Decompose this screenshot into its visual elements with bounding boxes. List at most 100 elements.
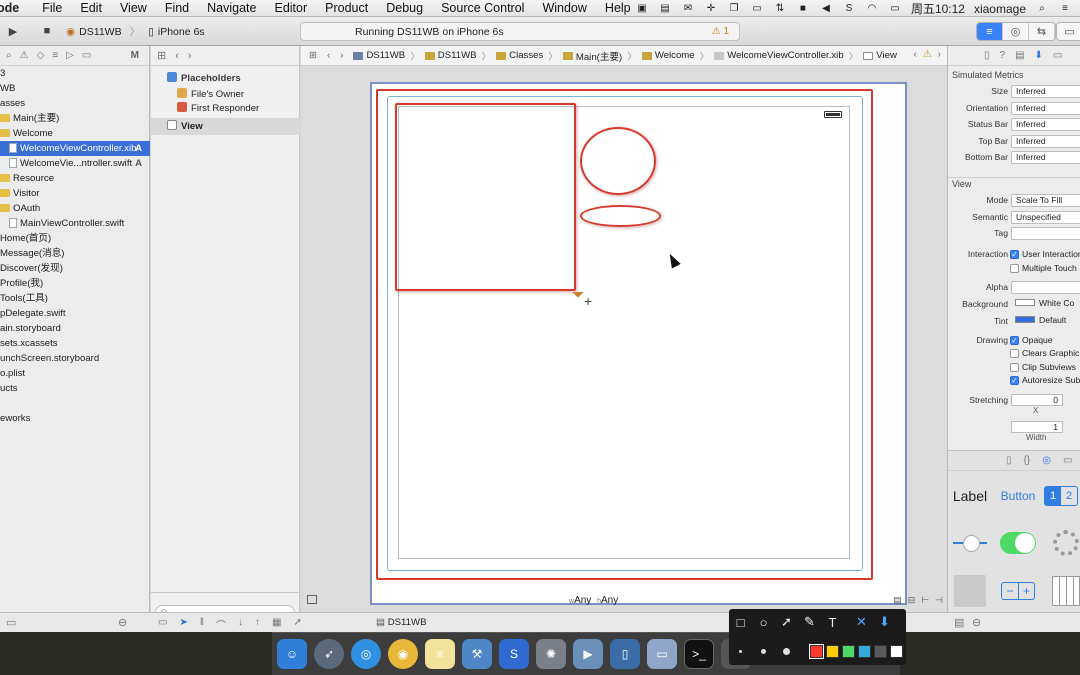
assistant-editor-button[interactable]: ◎ (1003, 23, 1029, 40)
code-snippet-icon[interactable]: {} (1024, 455, 1031, 466)
xib-scene[interactable]: + (370, 82, 907, 605)
volume-icon[interactable]: ◀ (819, 3, 833, 14)
previous-issue-icon[interactable]: ‹ (913, 49, 916, 60)
tray-icon[interactable]: ▤ (658, 3, 672, 14)
navigator-item[interactable]: MainViewController.swift (0, 216, 150, 231)
library-button-item[interactable]: Button (996, 474, 1040, 518)
back-icon[interactable]: ‹ (175, 50, 179, 62)
annotation-rectangle[interactable] (395, 103, 576, 291)
navigator-item[interactable] (0, 396, 150, 411)
pin-icon[interactable]: ⊢ (921, 595, 929, 606)
interface-builder-canvas[interactable]: + wAny hAny ▤ ⊟ ⊢ ⊣ (301, 66, 947, 612)
navigator-item[interactable]: Main(主要) (0, 111, 150, 126)
size-class-control[interactable]: wAny hAny (569, 595, 618, 606)
warning-indicator[interactable]: ⚠ 1 (712, 26, 729, 37)
wifi-icon[interactable]: ◠ (865, 3, 879, 14)
nav-back-icon[interactable]: ‹ (327, 50, 330, 61)
crumb-welcome[interactable]: Welcome (641, 50, 695, 61)
user-name[interactable]: xiaomage (974, 2, 1026, 16)
resolve-icon[interactable]: ⊣ (935, 595, 943, 606)
run-button[interactable]: ▶ (4, 23, 22, 39)
stack-icon[interactable]: ▤ (893, 595, 902, 606)
cancel-icon[interactable]: ✕ (850, 612, 873, 632)
library-slider-item[interactable] (948, 521, 992, 565)
menu-window[interactable]: Window (533, 1, 595, 15)
navigator-item[interactable]: ucts (0, 381, 150, 396)
test-icon[interactable]: ◇ (37, 50, 45, 61)
help-inspector-icon[interactable]: ? (1000, 50, 1006, 61)
sublime-icon[interactable]: S (499, 639, 529, 669)
crumb-view[interactable]: View (863, 50, 897, 61)
navigator-item[interactable]: Message(消息) (0, 246, 150, 261)
hide-debug-icon[interactable]: ▭ (6, 616, 16, 629)
library-segmented-item[interactable]: 1 2 (1044, 474, 1080, 518)
nav-forward-icon[interactable]: › (340, 50, 343, 61)
crumb-project[interactable]: DS11WB (353, 50, 405, 61)
version-editor-button[interactable]: ⇆ (1029, 23, 1055, 40)
size-inspector-icon[interactable]: ▭ (1053, 50, 1062, 61)
navigator-item[interactable]: eworks (0, 411, 150, 426)
clip-subviews-checkbox[interactable]: Clip Subviews (1010, 361, 1076, 373)
navigator-item[interactable]: OAuth (0, 201, 150, 216)
location-icon[interactable]: ➚ (293, 617, 301, 632)
outline-first-responder[interactable]: First Responder (151, 100, 300, 117)
xcode-icon[interactable]: ⚒ (462, 639, 492, 669)
terminal-icon[interactable]: >_ (684, 639, 714, 669)
breakpoints-toggle-icon[interactable]: ➤ (179, 617, 187, 632)
metric-select[interactable]: Inferred (1011, 101, 1080, 115)
ellipse-tool-icon[interactable]: ○ (752, 612, 775, 632)
large-stroke-option[interactable] (775, 647, 798, 655)
menu-app-name[interactable]: ode (0, 1, 33, 15)
library-table-item[interactable] (1044, 569, 1080, 613)
menu-help[interactable]: Help (596, 1, 640, 15)
clock[interactable]: 周五10:12 (911, 0, 965, 17)
input-method-icon[interactable]: S (842, 3, 856, 14)
breakpoint-icon[interactable]: ▷ (66, 50, 74, 61)
user-interaction-checkbox[interactable]: ✓ User Interaction (1010, 248, 1080, 260)
navigator-item[interactable]: ain.storyboard (0, 321, 150, 336)
rectangle-tool-icon[interactable]: □ (729, 612, 752, 632)
crumb-classes[interactable]: Classes (496, 50, 543, 61)
launchpad-icon[interactable]: ➶ (314, 639, 344, 669)
opaque-checkbox[interactable]: ✓ Opaque (1010, 334, 1053, 346)
menu-view[interactable]: View (111, 1, 156, 15)
filter-options-icon[interactable]: ⊖ (118, 616, 127, 629)
battery-status-icon[interactable]: ▭ (888, 3, 902, 14)
preview-icon[interactable]: ▭ (647, 639, 677, 669)
download-icon[interactable]: ⬇ (873, 612, 896, 632)
quicktime-icon[interactable]: ▶ (573, 639, 603, 669)
menu-debug[interactable]: Debug (377, 1, 432, 15)
media-library-icon[interactable]: ▭ (1063, 455, 1072, 466)
notes-icon[interactable]: ≡ (425, 639, 455, 669)
menu-navigate[interactable]: Navigate (198, 1, 265, 15)
arrow-tool-icon[interactable]: ➚ (775, 612, 798, 632)
safari-icon[interactable]: ◎ (351, 639, 381, 669)
chrome-icon[interactable]: ◉ (388, 639, 418, 669)
library-switch-item[interactable] (996, 521, 1040, 565)
pause-icon[interactable]: ‖ (200, 617, 204, 632)
related-files-icon[interactable]: ⊞ (309, 50, 317, 61)
navigator-item[interactable]: sets.xcassets (0, 336, 150, 351)
display-icon[interactable]: ▭ (750, 3, 764, 14)
network-icon[interactable]: ⇅ (773, 3, 787, 14)
notification-icon[interactable]: ≡ (1058, 3, 1072, 14)
forward-icon[interactable]: › (188, 50, 192, 62)
multiple-touch-checkbox[interactable]: Multiple Touch (1010, 262, 1077, 274)
color-swatch[interactable] (826, 644, 839, 658)
search-icon[interactable]: ⌕ (6, 50, 12, 61)
menu-find[interactable]: Find (156, 1, 198, 15)
navigator-item[interactable]: WelcomeViewController.xib A (0, 141, 150, 156)
placeholders-header[interactable]: Placeholders (151, 70, 300, 87)
crumb-group[interactable]: DS11WB (424, 50, 477, 61)
navigator-item[interactable]: Discover(发现) (0, 261, 150, 276)
menu-product[interactable]: Product (316, 1, 377, 15)
attributes-inspector-icon[interactable]: ⬇ (1035, 50, 1043, 61)
library-search-icon[interactable]: ⊖ (972, 616, 981, 629)
navigator-item[interactable]: Home(首页) (0, 231, 150, 246)
lock-icon[interactable]: ■ (796, 3, 810, 14)
report-icon[interactable]: ▭ (82, 50, 91, 61)
library-activity-item[interactable] (1044, 521, 1080, 565)
navigator-item[interactable]: Profile(我) (0, 276, 150, 291)
menu-edit[interactable]: Edit (71, 1, 111, 15)
step-over-icon[interactable]: ⌒ (216, 617, 226, 632)
